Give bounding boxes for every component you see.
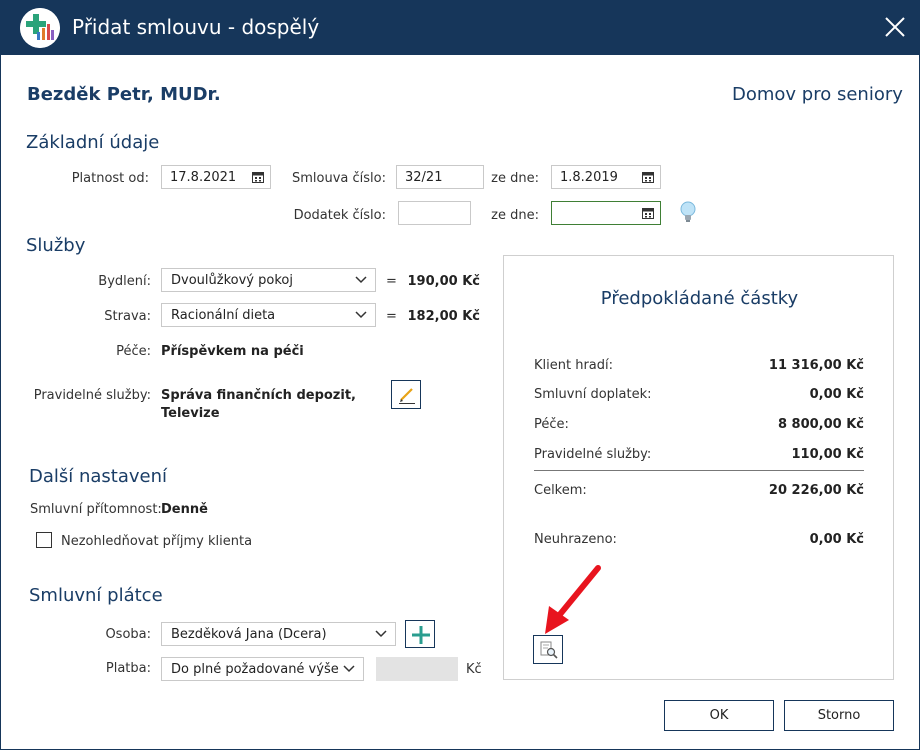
chevron-down-icon (375, 630, 387, 638)
payment-label: Platba: (105, 661, 151, 676)
summary-title: Předpokládané částky (600, 288, 799, 309)
regular-services-label: Pravidelné služby: (33, 388, 151, 403)
summary-total-value: 20 226,00 Kč (768, 483, 864, 498)
edit-services-button[interactable] (391, 380, 421, 409)
addendum-date-input[interactable] (551, 201, 661, 225)
housing-price: 190,00 Kč (407, 274, 480, 289)
client-name: Bezděk Petr, MUDr. (27, 84, 221, 105)
currency-label: Kč (466, 662, 482, 677)
summary-value: 11 316,00 Kč (768, 358, 864, 373)
summary-total-label: Celkem: (534, 483, 587, 498)
chevron-down-icon (355, 311, 367, 319)
contract-no-value: 32/21 (405, 170, 443, 185)
document-search-icon (540, 641, 558, 659)
meals-select[interactable]: Racionální dieta (161, 303, 376, 327)
presence-label: Smluvní přítomnost: (30, 502, 162, 517)
person-label: Osoba: (105, 627, 151, 642)
cancel-button[interactable]: Storno (784, 700, 894, 731)
ignore-income-checkbox[interactable] (36, 532, 52, 548)
summary-value: 8 800,00 Kč (777, 417, 864, 432)
pencil-icon (399, 388, 415, 404)
summary-row-total: Celkem: 20 226,00 Kč (534, 483, 864, 498)
housing-value: Dvoulůžkový pokoj (171, 273, 293, 288)
meals-price: 182,00 Kč (407, 309, 480, 324)
summary-row-care: Péče: 8 800,00 Kč (534, 417, 864, 432)
summary-row-surcharge: Smluvní doplatek: 0,00 Kč (534, 387, 864, 402)
summary-label: Pravidelné služby: (534, 447, 652, 462)
valid-from-label: Platnost od: (71, 171, 149, 186)
summary-label: Péče: (534, 417, 569, 432)
ignore-income-label: Nezohledňovat příjmy klienta (61, 534, 253, 549)
valid-from-input[interactable]: 17.8.2021 (161, 165, 271, 189)
summary-row-client: Klient hradí: 11 316,00 Kč (534, 358, 864, 373)
person-value: Bezděková Jana (Dcera) (171, 627, 327, 642)
annotation-arrow-icon (545, 565, 601, 634)
add-person-button[interactable] (405, 620, 435, 648)
care-label: Péče: (116, 344, 151, 359)
contract-no-input[interactable]: 32/21 (396, 165, 484, 189)
calendar-icon[interactable] (642, 207, 654, 219)
lightbulb-icon[interactable] (679, 201, 697, 223)
section-other-title: Další nastavení (29, 466, 168, 487)
payment-select[interactable]: Do plné požadované výše (161, 657, 364, 681)
chevron-down-icon (355, 276, 367, 284)
addendum-no-label: Dodatek číslo: (293, 208, 386, 223)
summary-unpaid-value: 0,00 Kč (809, 532, 864, 547)
person-select[interactable]: Bezděková Jana (Dcera) (161, 622, 396, 646)
meals-value: Racionální dieta (171, 308, 276, 323)
presence-value: Denně (161, 502, 208, 517)
close-icon[interactable] (876, 8, 914, 46)
summary-value: 110,00 Kč (791, 447, 864, 462)
window-title: Přidat smlouvu - dospělý (72, 15, 320, 39)
chevron-down-icon (343, 665, 355, 673)
section-basic-title: Základní údaje (26, 132, 160, 153)
contract-date-label: ze dne: (491, 171, 539, 186)
regular-services-line1: Správa finančních depozit, (161, 388, 356, 403)
housing-label: Bydlení: (98, 274, 151, 289)
plus-icon (412, 626, 430, 644)
addendum-no-input[interactable] (398, 201, 471, 225)
summary-value: 0,00 Kč (809, 387, 864, 402)
app-logo-icon (20, 8, 60, 48)
summary-label: Smluvní doplatek: (534, 387, 652, 402)
housing-select[interactable]: Dvoulůžkový pokoj (161, 268, 376, 292)
summary-row-unpaid: Neuhrazeno: 0,00 Kč (534, 532, 864, 547)
payment-value: Do plné požadované výše (171, 662, 339, 677)
summary-label: Klient hradí: (534, 358, 614, 373)
calendar-icon[interactable] (642, 171, 654, 183)
title-bar: Přidat smlouvu - dospělý (0, 0, 920, 55)
meals-label: Strava: (104, 309, 151, 324)
payment-amount-input (376, 657, 458, 681)
addendum-date-label: ze dne: (491, 208, 539, 223)
contract-no-label: Smlouva číslo: (292, 171, 386, 186)
contract-date-value: 1.8.2019 (560, 170, 618, 185)
summary-row-regular: Pravidelné služby: 110,00 Kč (534, 447, 864, 462)
section-payer-title: Smluvní plátce (29, 585, 163, 606)
section-services-title: Služby (26, 235, 86, 256)
valid-from-value: 17.8.2021 (170, 170, 237, 185)
contract-date-input[interactable]: 1.8.2019 (551, 165, 661, 189)
calendar-icon[interactable] (252, 171, 264, 183)
care-value: Příspěvkem na péči (161, 344, 304, 359)
summary-divider (534, 470, 864, 471)
organization-name: Domov pro seniory (732, 84, 903, 105)
ok-button[interactable]: OK (664, 700, 774, 731)
regular-services-line2: Televize (161, 406, 220, 421)
summary-unpaid-label: Neuhrazeno: (534, 532, 617, 547)
